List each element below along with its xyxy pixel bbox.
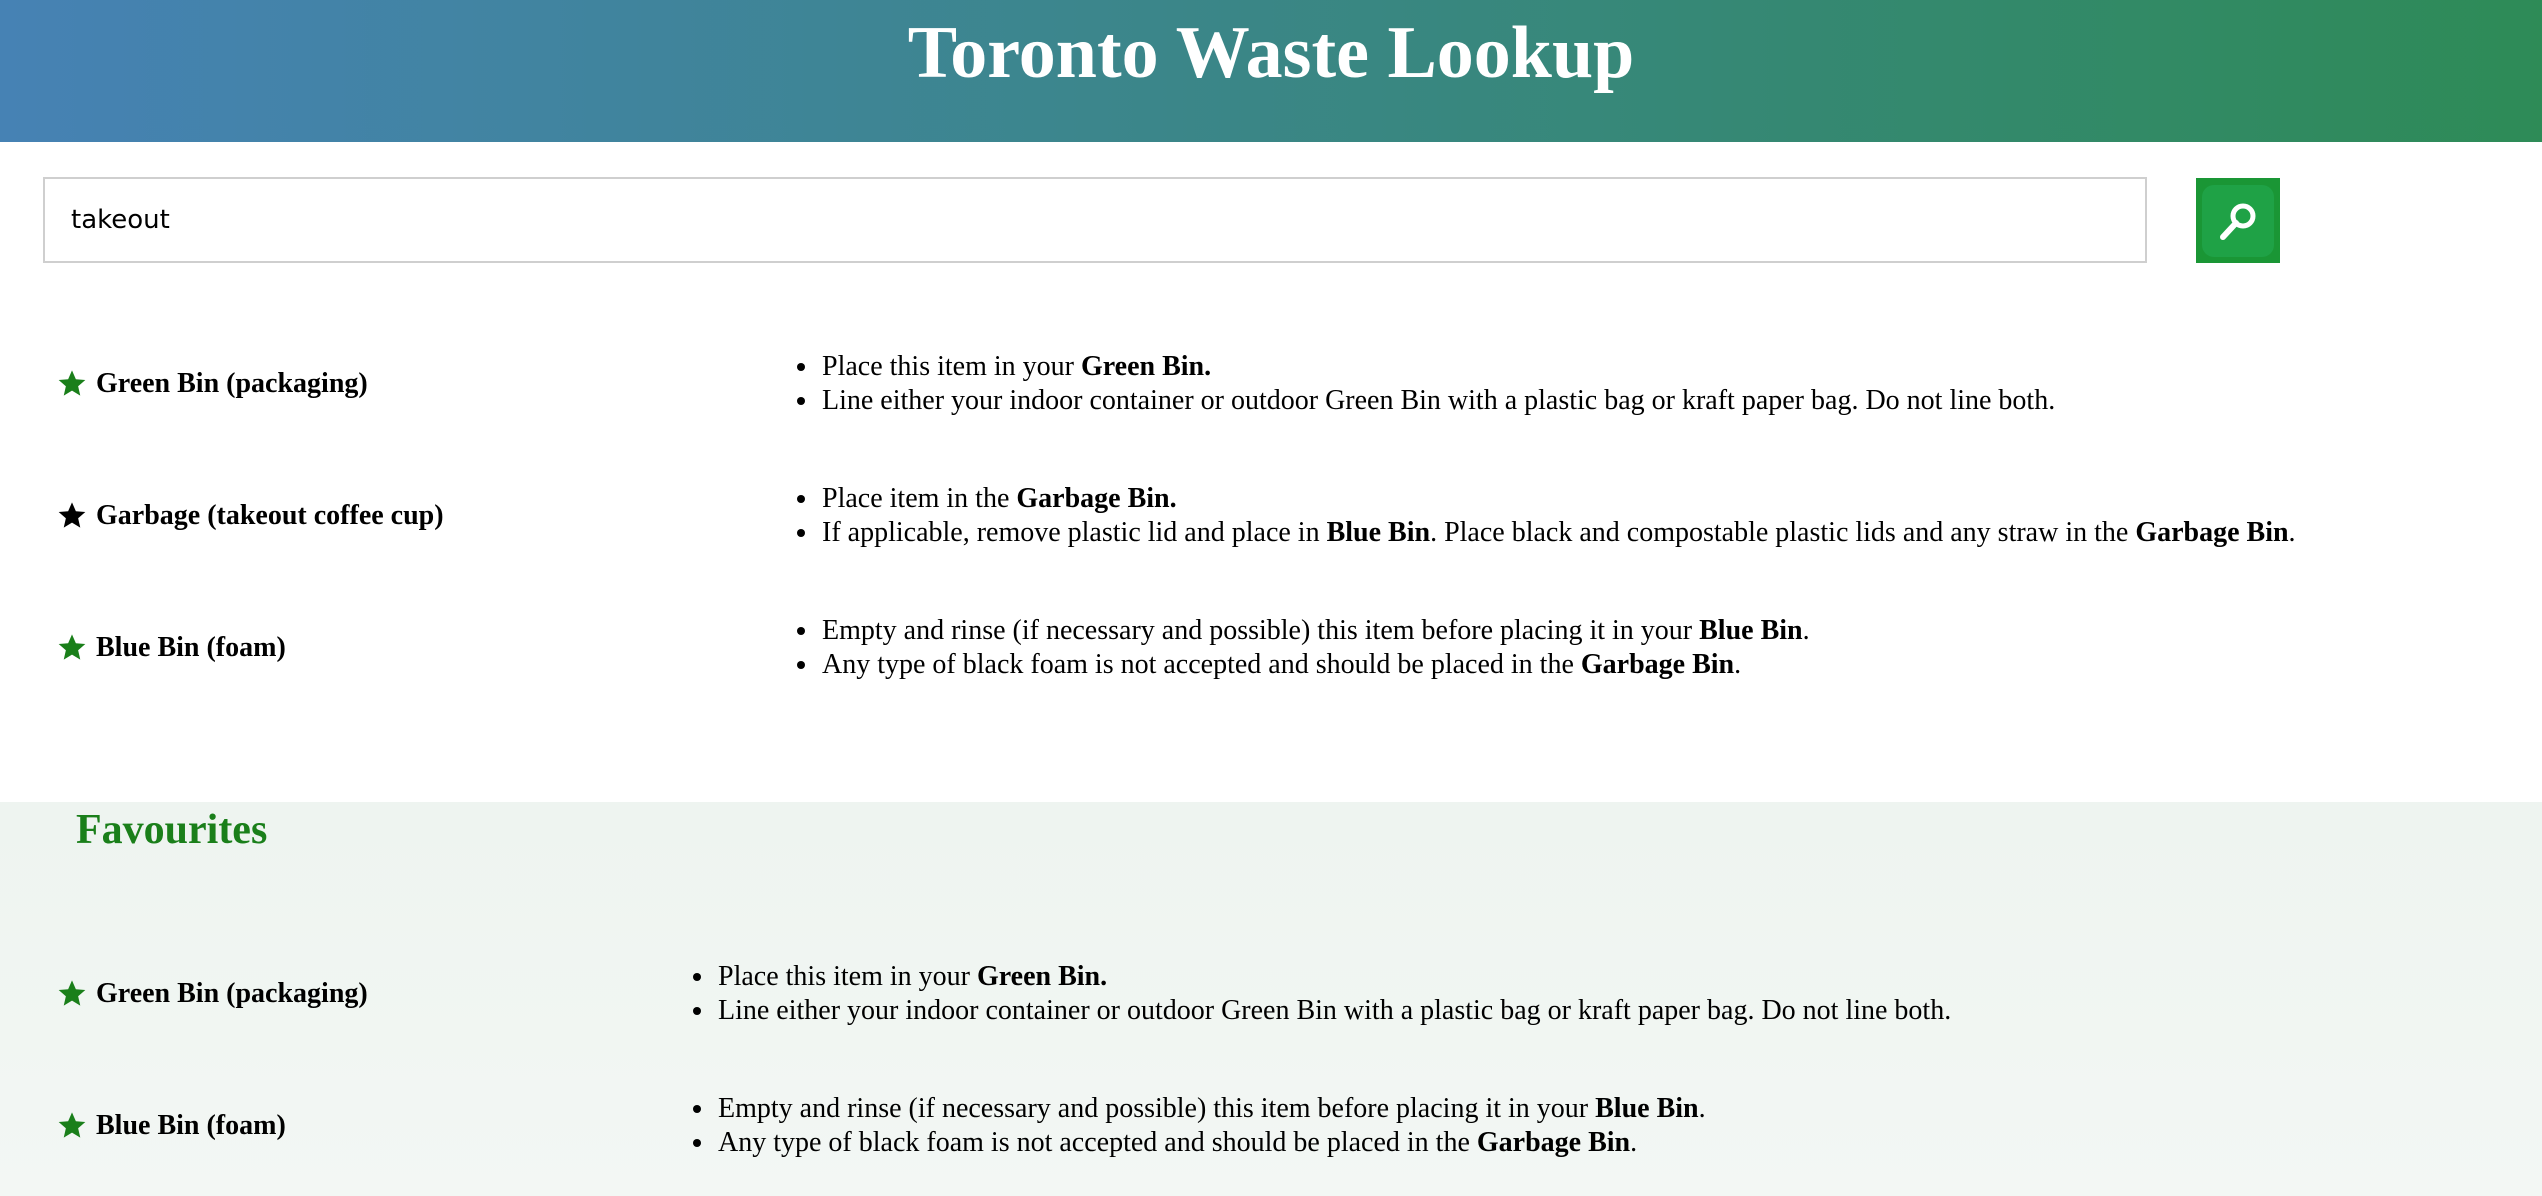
description-text: Any type of black foam is not accepted a…: [718, 1127, 1477, 1158]
search-button[interactable]: [2196, 178, 2280, 263]
favourite-star-icon[interactable]: [56, 978, 88, 1010]
description-text: Empty and rinse (if necessary and possib…: [718, 1093, 1596, 1124]
description-text: Place this item in your: [718, 961, 977, 992]
bin-name-bold: Garbage Bin: [1476, 1127, 1631, 1158]
search-input[interactable]: [43, 177, 2147, 263]
result-item-title[interactable]: Blue Bin (foam): [56, 1110, 286, 1142]
result-item-title[interactable]: Green Bin (packaging): [56, 368, 368, 400]
description-bullet: Place this item in your Green Bin.: [820, 350, 2055, 384]
description-text: Any type of black foam is not accepted a…: [822, 649, 1581, 680]
result-item-description: Place item in the Garbage Bin.If applica…: [788, 482, 2296, 550]
description-bullet: If applicable, remove plastic lid and pl…: [820, 516, 2296, 550]
description-text: .: [1802, 615, 1810, 646]
bin-name-bold: Blue Bin: [1326, 517, 1431, 548]
favourite-star-icon[interactable]: [56, 500, 88, 532]
result-item-description: Place this item in your Green Bin.Line e…: [788, 350, 2055, 418]
bin-name-bold: Garbage Bin: [2135, 517, 2289, 548]
result-item-title[interactable]: Blue Bin (foam): [56, 632, 286, 664]
description-bullet: Place this item in your Green Bin.: [716, 960, 1951, 994]
favourite-star-icon[interactable]: [56, 632, 88, 664]
bin-name-bold: Blue Bin: [1699, 615, 1803, 646]
result-item-description: Place this item in your Green Bin.Line e…: [684, 960, 1951, 1028]
description-text: Place this item in your: [822, 351, 1081, 382]
favourites-heading: Favourites: [76, 807, 268, 853]
favourite-star-icon[interactable]: [56, 1110, 88, 1142]
description-text: .: [1630, 1127, 1638, 1158]
description-text: .: [2288, 517, 2296, 548]
description-bullet: Any type of black foam is not accepted a…: [820, 648, 1810, 682]
description-text: .: [1698, 1093, 1706, 1124]
search-icon: [2202, 184, 2274, 257]
description-bullet: Line either your indoor container or out…: [716, 994, 1951, 1028]
bin-name-bold: Garbage Bin.: [1016, 483, 1177, 514]
result-item-title[interactable]: Garbage (takeout coffee cup): [56, 500, 444, 532]
description-bullet: Empty and rinse (if necessary and possib…: [716, 1092, 1706, 1126]
app-header: Toronto Waste Lookup: [0, 0, 2542, 142]
description-text: Line either your indoor container or out…: [822, 385, 2056, 416]
result-item-title[interactable]: Green Bin (packaging): [56, 978, 368, 1010]
description-text: If applicable, remove plastic lid and pl…: [822, 517, 1327, 548]
description-text: Place item in the: [822, 483, 1017, 514]
bin-name-bold: Green Bin.: [976, 961, 1108, 992]
favourite-star-icon[interactable]: [56, 368, 88, 400]
description-text: . Place black and compostable plastic li…: [1430, 517, 2136, 548]
description-text: Empty and rinse (if necessary and possib…: [822, 615, 1700, 646]
result-item-description: Empty and rinse (if necessary and possib…: [788, 614, 1810, 682]
description-text: Line either your indoor container or out…: [718, 995, 1952, 1026]
description-bullet: Line either your indoor container or out…: [820, 384, 2055, 418]
result-item-title-text: Green Bin (packaging): [96, 978, 368, 1009]
result-item-title-text: Green Bin (packaging): [96, 368, 368, 399]
description-bullet: Any type of black foam is not accepted a…: [716, 1126, 1706, 1160]
result-item-title-text: Garbage (takeout coffee cup): [96, 500, 444, 531]
bin-name-bold: Blue Bin: [1595, 1093, 1699, 1124]
description-text: .: [1734, 649, 1742, 680]
result-item-title-text: Blue Bin (foam): [96, 1110, 286, 1141]
description-bullet: Place item in the Garbage Bin.: [820, 482, 2296, 516]
result-item-description: Empty and rinse (if necessary and possib…: [684, 1092, 1706, 1160]
bin-name-bold: Garbage Bin: [1580, 649, 1735, 680]
page-title: Toronto Waste Lookup: [907, 12, 1635, 94]
description-bullet: Empty and rinse (if necessary and possib…: [820, 614, 1810, 648]
bin-name-bold: Green Bin.: [1080, 351, 1212, 382]
result-item-title-text: Blue Bin (foam): [96, 632, 286, 663]
